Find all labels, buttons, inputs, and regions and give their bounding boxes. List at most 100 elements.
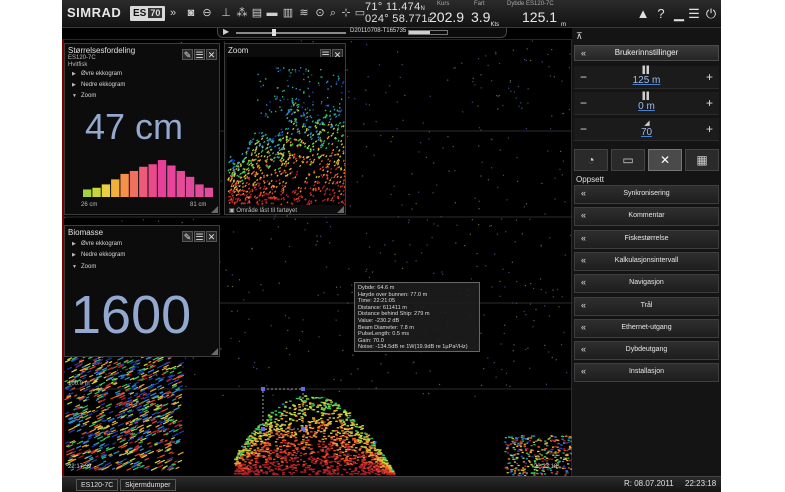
play-icon[interactable]: ▶ <box>223 27 229 36</box>
echo-speck <box>268 109 271 111</box>
close-icon[interactable]: ✕ <box>206 231 217 242</box>
setup-button[interactable]: «Fiskestørrelse <box>574 229 719 249</box>
gain-increase-button[interactable]: + <box>706 122 713 136</box>
echo-mark <box>512 446 515 449</box>
upper-echogram-option[interactable]: ▶ Øvre ekkogram <box>72 71 122 77</box>
echo-mark <box>375 461 378 463</box>
lower-echogram-option[interactable]: ▶ Nedre ekkogram <box>72 82 125 88</box>
echo-speck <box>438 383 441 386</box>
alarm-icon[interactable]: ▲ <box>635 6 651 21</box>
resize-handle[interactable] <box>211 206 218 213</box>
camera-icon[interactable]: ◙ <box>184 7 198 19</box>
tab-setup[interactable]: ✕ <box>648 149 682 171</box>
setup-button[interactable]: «Dybdeutgang <box>574 341 719 361</box>
start-depth-value[interactable]: 0 m <box>574 101 719 112</box>
wrench-icon[interactable]: ✎ <box>182 231 193 242</box>
replay-slider[interactable] <box>236 32 346 34</box>
echo-mark <box>568 445 572 448</box>
echo-mark <box>336 427 340 429</box>
layout-icon[interactable]: ☰ <box>194 231 205 242</box>
tab-windows[interactable]: ▦ <box>685 149 719 171</box>
lock-to-vessel-checkbox[interactable]: ▣ Område låst til fartøyet <box>229 207 297 214</box>
power-icon[interactable]: ⏻ <box>703 6 719 22</box>
setup-button[interactable]: «Kommentar <box>574 207 719 227</box>
zoom-echogram[interactable] <box>227 57 345 205</box>
bottom-line-icon[interactable]: ▬ <box>265 7 279 19</box>
echo-mark <box>167 381 173 386</box>
selection-handle[interactable] <box>261 427 265 431</box>
resize-handle[interactable] <box>211 348 218 355</box>
menu-icon[interactable]: ☰ <box>686 6 702 22</box>
tab-screenshots[interactable]: Skjermdumper <box>120 479 176 491</box>
size-distribution-panel[interactable]: Størrelsesfordeling ES120-7C Hvitfisk ✎ ☰… <box>64 43 220 215</box>
echo-speck <box>529 367 531 369</box>
echo-mark <box>264 422 268 424</box>
echo-mark <box>336 406 340 409</box>
wave-icon[interactable]: ≋ <box>297 7 311 19</box>
echo-speck <box>348 268 350 270</box>
range-increase-button[interactable]: + <box>706 70 713 84</box>
help-icon[interactable]: ? <box>653 6 669 21</box>
selection-handle[interactable] <box>261 387 265 391</box>
echo-speck <box>335 286 338 288</box>
setup-button[interactable]: «Navigasjon <box>574 274 719 294</box>
biomass-panel[interactable]: Biomasse ✎ ☰ ✕ ▶ Øvre ekkogram ▶ Nedre ekkog… <box>64 225 220 357</box>
pin-icon[interactable]: ⊼ <box>576 31 583 42</box>
upper-echogram-option[interactable]: ▶ Øvre ekkogram <box>72 241 122 247</box>
stop-icon[interactable]: ⊖ <box>200 7 214 19</box>
selection-handle[interactable] <box>301 387 305 391</box>
echo-mark <box>371 457 375 459</box>
minimize-icon[interactable]: ▁ <box>671 6 687 22</box>
tab-display[interactable]: ▭ <box>611 149 645 171</box>
setup-button[interactable]: «Ethernet-utgang <box>574 318 719 338</box>
replay-slider-handle[interactable] <box>272 29 276 36</box>
anchor-icon[interactable]: ⊥ <box>219 7 233 19</box>
user-settings-header[interactable]: « Brukerinnstillinger <box>574 45 719 61</box>
echo-speck <box>363 123 365 125</box>
fish-school-icon[interactable]: ⁂ <box>235 7 249 19</box>
setup-button[interactable]: «Kalkulasjonsintervall <box>574 251 719 271</box>
echo-speck <box>396 128 398 130</box>
setup-button[interactable]: «Trål <box>574 296 719 316</box>
echo-speck <box>295 87 297 90</box>
echo-mark <box>528 439 532 442</box>
zoom-option[interactable]: ▼ Zoom <box>72 93 96 99</box>
layout-icon[interactable]: ☰ <box>194 49 205 60</box>
close-icon[interactable]: ✕ <box>206 49 217 60</box>
setup-button[interactable]: «Synkronisering <box>574 185 719 204</box>
zoom-panel[interactable]: Zoom ☰ ✕ ▣ Område låst til fartøyet <box>224 43 346 215</box>
echo-speck <box>287 329 289 332</box>
echo-mark <box>295 420 299 422</box>
echo-mark <box>306 432 310 434</box>
selection-handle[interactable] <box>301 427 305 431</box>
echo-mark <box>298 430 301 433</box>
echo-speck <box>330 85 332 88</box>
echo-mark <box>557 461 560 464</box>
histogram-icon[interactable]: ▥ <box>281 7 295 19</box>
echo-speck <box>337 79 340 81</box>
zoom-option[interactable]: ▼ Zoom <box>72 264 96 270</box>
tab-echo[interactable]: ◔ <box>574 149 608 171</box>
start-depth-increase-button[interactable]: + <box>706 96 713 110</box>
echo-speck <box>478 127 481 129</box>
echo-mark <box>544 447 548 450</box>
range-value[interactable]: 125 m <box>574 75 719 86</box>
wrench-icon[interactable]: ✎ <box>182 49 193 60</box>
depth-value: 125.1 m <box>522 9 566 28</box>
echo-speck <box>308 80 311 83</box>
target-icon[interactable]: ⊙ <box>313 7 327 19</box>
lower-echogram-option[interactable]: ▶ Nedre ekkogram <box>72 252 125 258</box>
tab-es120[interactable]: ES120-7C <box>76 479 119 491</box>
echo-speck <box>340 85 343 88</box>
magnifier-icon[interactable]: ⌕ <box>326 7 340 19</box>
marker-icon[interactable]: ⊹ <box>339 7 353 19</box>
gain-value[interactable]: 70 <box>574 127 719 138</box>
zoom-selection-box[interactable] <box>262 388 304 430</box>
resize-handle[interactable] <box>337 206 344 213</box>
collapse-chevron-icon[interactable]: » <box>166 7 180 19</box>
echo-mark <box>547 438 550 440</box>
setup-button[interactable]: «Installasjon <box>574 363 719 383</box>
echogram-view-icon[interactable]: ▤ <box>250 7 264 19</box>
echo-mark <box>336 416 340 419</box>
echo-mark <box>108 360 113 364</box>
